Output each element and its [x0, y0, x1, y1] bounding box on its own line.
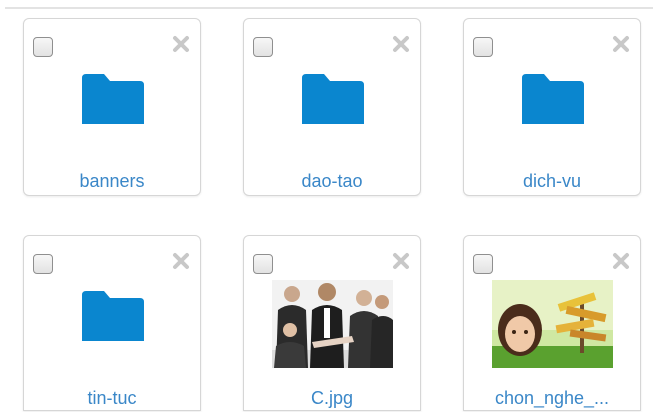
close-icon[interactable] [611, 34, 631, 54]
folder-icon[interactable] [82, 74, 144, 124]
file-name-label[interactable]: dich-vu [464, 171, 640, 192]
file-tile-dich-vu[interactable]: dich-vu [463, 18, 641, 196]
folder-icon[interactable] [522, 74, 584, 124]
file-name-label[interactable]: banners [24, 171, 200, 192]
folder-icon[interactable] [302, 74, 364, 124]
select-checkbox[interactable] [473, 254, 493, 274]
file-name-label[interactable]: dao-tao [244, 171, 420, 192]
select-checkbox[interactable] [33, 37, 53, 57]
close-icon[interactable] [171, 251, 191, 271]
select-checkbox[interactable] [253, 254, 273, 274]
close-icon[interactable] [391, 34, 411, 54]
file-tile-banners[interactable]: banners [23, 18, 201, 196]
folder-icon[interactable] [82, 291, 144, 341]
select-checkbox[interactable] [33, 254, 53, 274]
image-thumbnail[interactable] [492, 280, 613, 368]
file-name-label[interactable]: chon_nghe_... [464, 388, 640, 409]
close-icon[interactable] [391, 251, 411, 271]
select-checkbox[interactable] [253, 37, 273, 57]
file-tile-c-jpg[interactable]: C.jpg [243, 235, 421, 411]
file-tile-dao-tao[interactable]: dao-tao [243, 18, 421, 196]
file-name-label[interactable]: C.jpg [244, 388, 420, 409]
close-icon[interactable] [171, 34, 191, 54]
file-name-label[interactable]: tin-tuc [24, 388, 200, 409]
file-tile-chon-nghe[interactable]: chon_nghe_... [463, 235, 641, 411]
close-icon[interactable] [611, 251, 631, 271]
file-grid: banners dao-tao dich-vu tin-tuc C.jpg ch… [0, 0, 654, 412]
image-thumbnail[interactable] [272, 280, 393, 368]
file-tile-tin-tuc[interactable]: tin-tuc [23, 235, 201, 411]
select-checkbox[interactable] [473, 37, 493, 57]
